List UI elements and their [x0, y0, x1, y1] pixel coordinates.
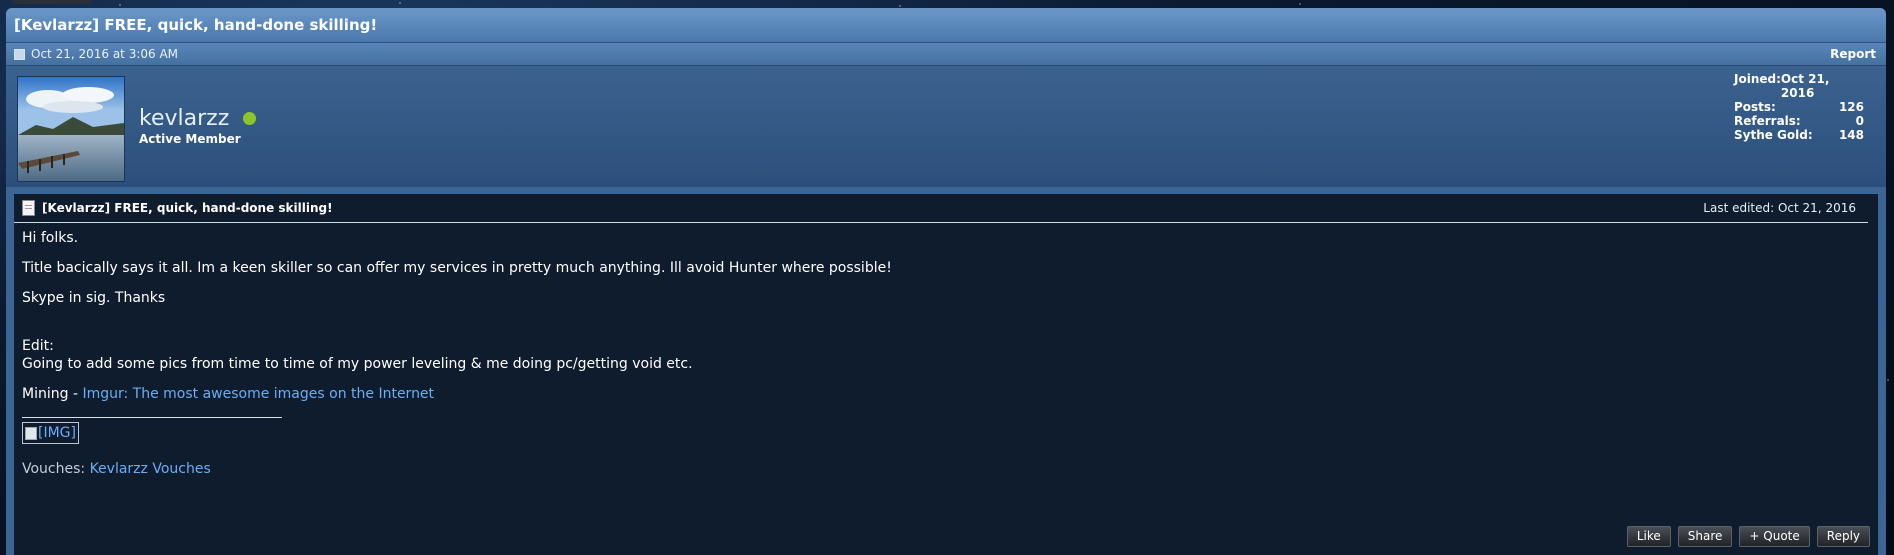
username-block: kevlarzz Active Member — [139, 106, 257, 146]
divider — [22, 417, 282, 418]
post-icon — [14, 48, 25, 60]
vouches-line: Vouches: Kevlarzz Vouches — [22, 460, 1870, 478]
post-content-title: [Kevlarzz] FREE, quick, hand-done skilli… — [42, 201, 333, 215]
user-info-panel: kevlarzz Active Member Joined: Oct 21, 20… — [6, 66, 1886, 187]
post-timestamp: Oct 21, 2016 at 3:06 AM — [31, 47, 179, 61]
last-edited: Last edited: Oct 21, 2016 — [1703, 201, 1856, 215]
edit-text: Going to add some pics from time to time… — [22, 356, 693, 372]
forum-post: [Kevlarzz] FREE, quick, hand-done skilli… — [6, 8, 1886, 555]
user-title: Active Member — [139, 132, 241, 146]
imgur-link[interactable]: Imgur: The most awesome images on the In… — [82, 386, 434, 402]
stat-value: 0 — [1855, 114, 1864, 128]
vouches-label: Vouches: — [22, 461, 90, 477]
stat-row-referrals: Referrals: 0 — [1734, 114, 1864, 128]
stat-label: Posts: — [1734, 100, 1776, 114]
quote-button[interactable]: + Quote — [1739, 526, 1810, 547]
stat-row-joined: Joined: Oct 21, 2016 — [1734, 72, 1864, 100]
broken-image-icon — [25, 426, 37, 440]
post-actions: Like Share + Quote Reply — [1626, 526, 1870, 547]
share-button[interactable]: Share — [1677, 526, 1733, 547]
vouches-link[interactable]: Kevlarzz Vouches — [90, 461, 211, 477]
image-placeholder[interactable]: [IMG] — [22, 422, 79, 444]
post-paragraph: Skype in sig. Thanks — [22, 290, 166, 306]
stat-value: Oct 21, 2016 — [1780, 72, 1830, 100]
username-link[interactable]: kevlarzz — [139, 106, 229, 131]
stat-label: Joined: — [1734, 72, 1781, 86]
stat-row-sythe-gold: Sythe Gold: 148 — [1734, 128, 1864, 142]
stat-label: Referrals: — [1734, 114, 1801, 128]
edit-label: Edit: — [22, 338, 54, 354]
mining-label: Mining - — [22, 386, 83, 402]
mining-line: Mining - Imgur: The most awesome images … — [22, 385, 1870, 403]
report-link[interactable]: Report — [1830, 43, 1876, 65]
stat-value: 126 — [1838, 100, 1864, 114]
like-button[interactable]: Like — [1626, 526, 1671, 547]
post-paragraph: Title bacically says it all. Im a keen s… — [22, 260, 892, 276]
post-body: Hi folks. Title bacically says it all. I… — [14, 223, 1878, 484]
post-content-header: [Kevlarzz] FREE, quick, hand-done skilli… — [14, 194, 1868, 223]
stat-value: 148 — [1838, 128, 1864, 142]
thread-title: [Kevlarzz] FREE, quick, hand-done skilli… — [6, 8, 1886, 43]
reply-button[interactable]: Reply — [1816, 526, 1870, 547]
stat-row-posts: Posts: 126 — [1734, 100, 1864, 114]
top-nav-tab[interactable] — [12, 0, 92, 4]
user-stats: Joined: Oct 21, 2016 Posts: 126 Referrals:… — [1734, 72, 1864, 142]
avatar[interactable] — [17, 76, 125, 182]
post-meta-bar: Oct 21, 2016 at 3:06 AM Report — [6, 43, 1886, 66]
online-status-icon — [243, 112, 257, 125]
document-icon — [22, 200, 35, 216]
post-content: [Kevlarzz] FREE, quick, hand-done skilli… — [14, 194, 1878, 555]
stat-label: Sythe Gold: — [1734, 128, 1813, 142]
post-paragraph: Hi folks. — [22, 230, 79, 246]
image-placeholder-text: [IMG] — [38, 425, 76, 441]
